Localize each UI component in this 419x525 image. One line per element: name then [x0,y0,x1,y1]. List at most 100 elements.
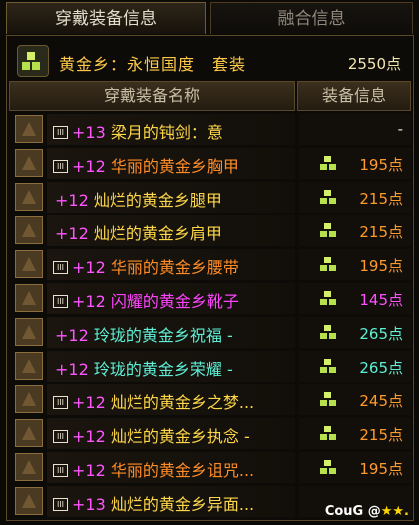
equipment-row[interactable]: III +12 华丽的黄金乡诅咒... 195点 [9,451,411,484]
gem-icon[interactable] [15,453,43,481]
item-points: 195点 [359,257,403,276]
enhance-level: +12 [72,258,106,278]
item-info-cell: 195点 [299,452,411,483]
item-name: +12 灿烂的黄金乡腿甲 [55,187,222,211]
equipment-row[interactable]: +12 灿烂的黄金乡肩甲 215点 [9,214,411,247]
set-piece-icon [319,358,337,374]
item-title: 华丽的黄金乡诅咒... [105,461,255,480]
bound-icon: III [53,430,68,444]
equipment-row[interactable]: +12 玲珑的黄金乡祝福 - 265点 [9,316,411,349]
item-title: 玲珑的黄金乡祝福 - [88,325,233,345]
item-info-cell: 265点 [299,316,411,348]
item-title: 灿烂的黄金乡肩甲 [88,224,222,244]
tab-fusion-info[interactable]: 融合信息 [210,2,413,34]
item-info-cell: 215点 [299,418,411,450]
enhance-level: +12 [55,224,89,244]
amulet-icon[interactable] [15,317,43,346]
set-piece-icon [319,290,337,306]
set-points: 2550点 [347,55,401,73]
enhance-level: +12 [72,427,106,447]
item-title: 灿烂的黄金乡执念 - [105,427,250,447]
item-name: +12 玲珑的黄金乡荣耀 - [55,356,233,380]
item-name: III +12 华丽的黄金乡腰带 [47,254,239,278]
item-name: III +12 华丽的黄金乡胸甲 [47,153,239,177]
shoulder-icon[interactable] [15,216,43,245]
item-name-cell[interactable]: +12 灿烂的黄金乡腿甲 [47,181,295,213]
earring-icon[interactable] [15,486,43,515]
equipment-row[interactable]: III +12 灿烂的黄金乡之梦... 245点 [9,383,411,416]
enhance-level: +12 [55,190,89,210]
item-name: III +12 灿烂的黄金乡之梦... [47,389,254,413]
item-title: 灿烂的黄金乡之梦... [105,393,255,413]
item-points: 215点 [359,426,403,445]
legs-icon[interactable] [15,182,43,211]
watermark: CouG @★★. [324,504,409,519]
item-info-cell: - [299,114,411,145]
item-name: III +13 梁月的钝剑：意 [47,119,223,143]
item-name-cell[interactable]: +12 玲珑的黄金乡荣耀 - [47,350,295,382]
item-points: 145点 [359,291,403,309]
equipment-row[interactable]: III +12 华丽的黄金乡胸甲 195点 [9,147,411,180]
set-icon [17,45,49,77]
bracelet-icon[interactable] [15,351,43,380]
item-info-cell: 265点 [299,350,411,382]
item-name-cell[interactable]: III +12 华丽的黄金乡诅咒... [47,452,295,483]
tab-bar: 穿戴装备信息 融合信息 [0,0,419,36]
equipment-row[interactable]: +12 玲珑的黄金乡荣耀 - 265点 [9,350,411,383]
item-info-cell: 245点 [299,384,411,416]
item-name: III +12 华丽的黄金乡诅咒... [47,457,254,481]
item-name: +12 灿烂的黄金乡肩甲 [55,220,222,244]
item-info-cell: 195点 [299,249,411,281]
item-points: 215点 [359,189,403,208]
weapon-icon[interactable] [15,115,43,143]
column-header-info[interactable]: 装备信息 [297,81,411,111]
item-name: III +12 闪耀的黄金乡靴子 [47,288,239,312]
equipment-row[interactable]: III +12 闪耀的黄金乡靴子 145点 [9,282,411,315]
equipment-row[interactable]: +12 灿烂的黄金乡腿甲 215点 [9,181,411,214]
bound-icon: III [53,464,68,477]
enhance-level: +13 [72,123,106,142]
item-name-cell[interactable]: III +12 灿烂的黄金乡执念 - [47,418,295,450]
item-points: - [397,120,403,138]
item-name-cell[interactable]: III +12 闪耀的黄金乡靴子 [47,283,295,314]
equipment-row[interactable]: III +12 灿烂的黄金乡执念 - 215点 [9,417,411,450]
bound-icon: III [53,159,68,173]
set-piece-icon [319,425,337,441]
item-name-cell[interactable]: +12 玲珑的黄金乡祝福 - [47,316,295,348]
enhance-level: +12 [72,292,106,311]
set-piece-icon [319,459,337,475]
bound-icon: III [53,295,68,308]
item-name-cell[interactable]: +12 灿烂的黄金乡肩甲 [47,215,295,247]
item-info-cell: 145点 [299,283,411,314]
set-piece-icon [319,324,337,340]
equipment-row[interactable]: III +13 梁月的钝剑：意 - [9,113,411,146]
item-name: III +13 灿烂的黄金乡异面... [47,491,254,515]
support-icon[interactable] [15,419,43,448]
tab-equipped-info[interactable]: 穿戴装备信息 [6,2,206,34]
item-info-cell: 215点 [299,215,411,247]
item-name-cell[interactable]: III +12 灿烂的黄金乡之梦... [47,384,295,416]
ring-icon[interactable] [15,385,43,414]
item-name-cell[interactable]: III +13 梁月的钝剑：意 [47,114,295,145]
item-points: 245点 [359,392,403,411]
item-points: 195点 [359,155,403,174]
boots-icon[interactable] [15,284,43,312]
item-name-cell[interactable]: III +13 灿烂的黄金乡异面... [47,485,295,517]
item-name-cell[interactable]: III +12 华丽的黄金乡腰带 [47,249,295,281]
equipment-panel: 黄金乡：永恒国度 套装 2550点 穿戴装备名称 装备信息 III +13 梁月的… [6,35,414,521]
bound-icon: III [53,126,68,139]
set-summary-row: 黄金乡：永恒国度 套装 2550点 [9,39,411,83]
bound-icon: III [53,497,68,511]
item-points: 265点 [359,324,403,343]
item-points: 215点 [359,223,403,242]
belt-icon[interactable] [15,250,43,279]
equipment-row[interactable]: III +12 华丽的黄金乡腰带 195点 [9,248,411,281]
item-points: 265点 [359,358,403,377]
item-title: 闪耀的黄金乡靴子 [105,292,239,311]
column-header-name[interactable]: 穿戴装备名称 [9,81,295,111]
item-title: 灿烂的黄金乡腿甲 [88,190,222,210]
chest-icon[interactable] [15,148,43,177]
item-name-cell[interactable]: III +12 华丽的黄金乡胸甲 [47,147,295,179]
enhance-level: +13 [72,494,106,514]
item-info-cell: 215点 [299,181,411,213]
